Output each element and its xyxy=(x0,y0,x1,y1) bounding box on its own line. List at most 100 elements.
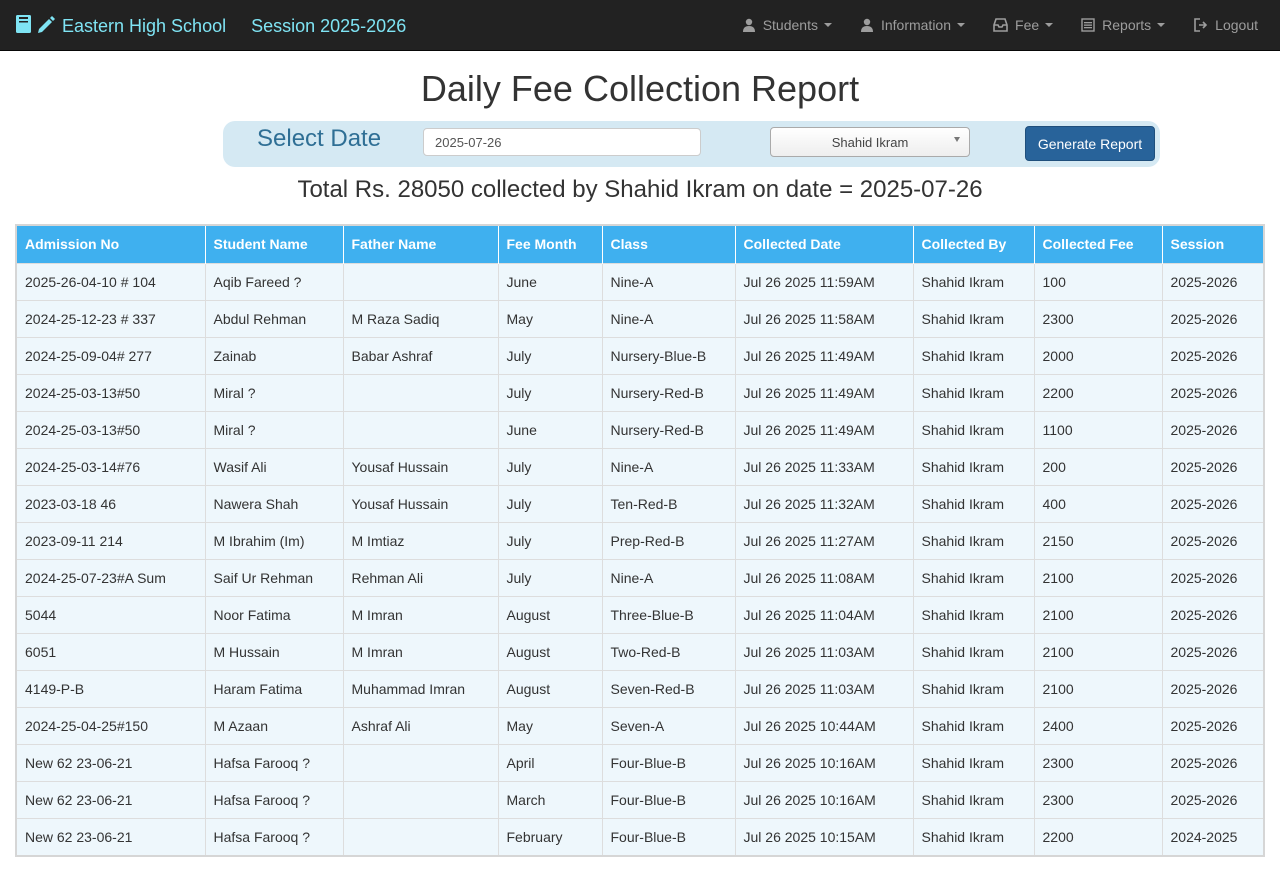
cell-collected-by: Shahid Ikram xyxy=(913,669,1035,707)
cell-student-name: Hafsa Farooq ? xyxy=(205,780,344,818)
cell-admission-no: 2024-25-03-14#76 xyxy=(17,447,206,485)
fee-table-container: Admission No Student Name Father Name Fee M… xyxy=(15,224,1265,857)
cell-session: 2025-2026 xyxy=(1162,558,1263,596)
cell-collected-date: Jul 26 2025 10:16AM xyxy=(735,780,914,818)
nav-menu: Students Information Fee Reports Logout xyxy=(728,0,1272,50)
cell-student-name: Wasif Ali xyxy=(205,447,344,485)
cell-fee-month: May xyxy=(498,299,603,337)
book-icon xyxy=(15,14,33,39)
cell-fee-month: July xyxy=(498,447,603,485)
nav-information[interactable]: Information xyxy=(846,0,979,50)
inbox-icon xyxy=(993,18,1008,32)
cell-student-name: Aqib Fareed ? xyxy=(205,262,344,300)
cell-session: 2025-2026 xyxy=(1162,669,1263,707)
session-label: Session 2025-2026 xyxy=(251,16,407,36)
cell-fee-month: August xyxy=(498,632,603,670)
cell-admission-no: 6051 xyxy=(17,632,206,670)
cell-fee-month: February xyxy=(498,817,603,855)
nav-logout-label: Logout xyxy=(1215,17,1258,33)
cell-student-name: Hafsa Farooq ? xyxy=(205,817,344,855)
cell-collected-by: Shahid Ikram xyxy=(913,817,1035,855)
generate-report-button[interactable]: Generate Report xyxy=(1025,126,1155,161)
cell-student-name: Nawera Shah xyxy=(205,484,344,522)
cell-session: 2025-2026 xyxy=(1162,521,1263,559)
nav-logout[interactable]: Logout xyxy=(1179,0,1272,50)
cell-collected-by: Shahid Ikram xyxy=(913,706,1035,744)
collection-summary: Total Rs. 28050 collected by Shahid Ikra… xyxy=(297,176,983,203)
nav-fee-label: Fee xyxy=(1015,17,1040,33)
cell-father-name xyxy=(343,780,499,818)
table-row: 2024-25-04-25#150 M Azaan Ashraf Ali May Sev… xyxy=(17,706,1263,744)
cell-collected-date: Jul 26 2025 11:03AM xyxy=(735,632,914,670)
cell-collected-fee: 200 xyxy=(1034,447,1163,485)
cell-session: 2024-2025 xyxy=(1162,817,1263,855)
cell-class: Nursery-Red-B xyxy=(602,410,736,448)
column-header-fee-month: Fee Month xyxy=(498,226,603,263)
nav-fee[interactable]: Fee xyxy=(979,0,1067,50)
cell-session: 2025-2026 xyxy=(1162,373,1263,411)
cell-session: 2025-2026 xyxy=(1162,336,1263,374)
cell-fee-month: April xyxy=(498,743,603,781)
cell-session: 2025-2026 xyxy=(1162,484,1263,522)
cell-collected-fee: 400 xyxy=(1034,484,1163,522)
cell-fee-month: March xyxy=(498,780,603,818)
cell-session: 2025-2026 xyxy=(1162,410,1263,448)
logout-icon xyxy=(1193,18,1208,32)
nav-students[interactable]: Students xyxy=(728,0,846,50)
cell-collected-fee: 2300 xyxy=(1034,299,1163,337)
cell-father-name xyxy=(343,410,499,448)
cell-collected-by: Shahid Ikram xyxy=(913,595,1035,633)
brand[interactable]: Eastern High School Session 2025-2026 xyxy=(15,14,406,39)
table-row: New 62 23-06-21 Hafsa Farooq ? April Four-B… xyxy=(17,743,1263,781)
cell-admission-no: New 62 23-06-21 xyxy=(17,780,206,818)
column-header-admission-no: Admission No xyxy=(17,226,206,263)
cell-collected-date: Jul 26 2025 11:04AM xyxy=(735,595,914,633)
cell-collected-by: Shahid Ikram xyxy=(913,780,1035,818)
cell-student-name: Miral ? xyxy=(205,410,344,448)
cell-class: Nine-A xyxy=(602,262,736,300)
cell-collected-fee: 100 xyxy=(1034,262,1163,300)
cell-collected-fee: 2300 xyxy=(1034,780,1163,818)
nav-students-label: Students xyxy=(762,17,818,33)
cell-admission-no: 2024-25-12-23 # 337 xyxy=(17,299,206,337)
cell-father-name: Yousaf Hussain xyxy=(343,447,499,485)
nav-reports[interactable]: Reports xyxy=(1067,0,1179,50)
cell-class: Prep-Red-B xyxy=(602,521,736,559)
table-row: 5044 Noor Fatima M Imran August Three-Blue-B… xyxy=(17,595,1263,633)
table-row: 2023-03-18 46 Nawera Shah Yousaf Hussain Ju… xyxy=(17,484,1263,522)
cell-student-name: Noor Fatima xyxy=(205,595,344,633)
table-row: 2024-25-03-13#50 Miral ? June Nursery-Red-B… xyxy=(17,410,1263,448)
column-header-student-name: Student Name xyxy=(205,226,344,263)
cell-collected-fee: 2100 xyxy=(1034,558,1163,596)
table-row: 6051 M Hussain M Imran August Two-Red-B Jul 2… xyxy=(17,632,1263,670)
cell-admission-no: 2024-25-03-13#50 xyxy=(17,410,206,448)
caret-down-icon xyxy=(1045,23,1054,27)
cell-father-name: M Imran xyxy=(343,595,499,633)
table-row: 2024-25-03-14#76 Wasif Ali Yousaf Hussain J… xyxy=(17,447,1263,485)
cell-collected-by: Shahid Ikram xyxy=(913,632,1035,670)
cell-session: 2025-2026 xyxy=(1162,743,1263,781)
column-header-collected-fee: Collected Fee xyxy=(1034,226,1163,263)
date-input[interactable] xyxy=(423,128,701,156)
caret-down-icon xyxy=(1157,23,1166,27)
column-header-session: Session xyxy=(1162,226,1263,263)
cell-class: Nine-A xyxy=(602,447,736,485)
cell-collected-by: Shahid Ikram xyxy=(913,299,1035,337)
caret-down-icon xyxy=(957,23,966,27)
cell-fee-month: July xyxy=(498,373,603,411)
cell-student-name: Miral ? xyxy=(205,373,344,411)
cell-fee-month: August xyxy=(498,669,603,707)
cell-student-name: Hafsa Farooq ? xyxy=(205,743,344,781)
cell-class: Two-Red-B xyxy=(602,632,736,670)
cell-father-name: Yousaf Hussain xyxy=(343,484,499,522)
cell-session: 2025-2026 xyxy=(1162,632,1263,670)
top-navbar: Eastern High School Session 2025-2026 St… xyxy=(0,0,1280,51)
collector-select[interactable]: Shahid Ikram xyxy=(770,127,970,157)
cell-collected-date: Jul 26 2025 11:32AM xyxy=(735,484,914,522)
fee-collection-table: Admission No Student Name Father Name Fee M… xyxy=(17,226,1263,855)
cell-session: 2025-2026 xyxy=(1162,447,1263,485)
table-row: 2024-25-09-04# 277 Zainab Babar Ashraf July… xyxy=(17,336,1263,374)
cell-father-name: Babar Ashraf xyxy=(343,336,499,374)
table-row: 4149-P-B Haram Fatima Muhammad Imran August… xyxy=(17,669,1263,707)
cell-collected-fee: 2200 xyxy=(1034,817,1163,855)
